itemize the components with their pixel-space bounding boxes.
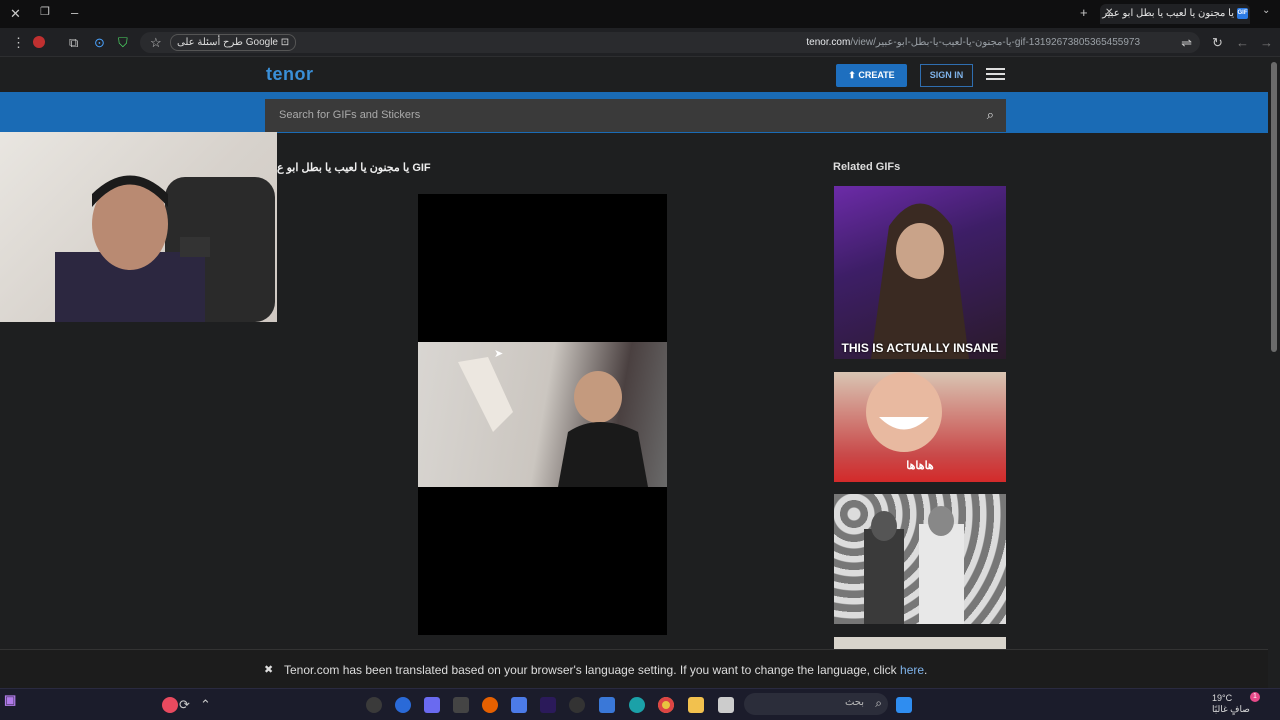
old-film-scene-image	[864, 506, 964, 624]
webcam-person-image	[55, 175, 275, 322]
search-icon: ⌕	[875, 696, 882, 710]
battlenet-icon[interactable]	[395, 697, 411, 713]
url-text: tenor.com/view/يا-مجنون-يا-لعيب-يا-بطل-ا…	[806, 37, 1140, 48]
new-tab-icon[interactable]: +	[1080, 6, 1088, 19]
create-button[interactable]: ⬆ CREATE	[836, 64, 907, 87]
related-gifs-heading: Related GIFs	[833, 161, 901, 173]
restore-window-icon[interactable]: ❐	[40, 7, 50, 18]
close-notice-icon[interactable]: ✖	[264, 663, 273, 676]
window-icon[interactable]	[718, 697, 734, 713]
browser-tab-bar: ✕ ❐ – + ✕ يا مجنون يا لعيب يا بطل ابو عب…	[0, 0, 1280, 28]
shield-icon[interactable]: ⛉	[118, 36, 128, 49]
site-settings-icon[interactable]: ⇌	[1181, 36, 1192, 49]
xbox-icon[interactable]	[453, 697, 469, 713]
related-gif-caption: THIS IS ACTUALLY INSANE	[841, 341, 999, 355]
forward-icon[interactable]: →	[1260, 36, 1273, 49]
gif-scene-image	[458, 357, 648, 487]
search-icon[interactable]: ⌕	[987, 107, 994, 123]
gif-title: يا مجنون يا لعيب يا بطل ابو ع GIF	[277, 162, 431, 174]
related-gif-caption: هاهاها	[906, 460, 934, 472]
windows-taskbar: ⟳ ⌃	[0, 688, 1280, 720]
start-icon[interactable]	[896, 697, 912, 713]
edge-icon[interactable]	[629, 697, 645, 713]
streamer-overlay-logo: ▣	[4, 692, 17, 707]
taskbar-search-input[interactable]: ⌕ بحث	[744, 693, 888, 715]
weather-temp: 19°C	[1212, 693, 1233, 703]
related-gif-thumbnail[interactable]	[834, 494, 1006, 624]
store-icon[interactable]	[599, 697, 615, 713]
weather-widget[interactable]: 19°C صافٍ غالبًا	[1212, 693, 1250, 715]
sign-in-button[interactable]: SIGN IN	[920, 64, 973, 87]
taskbar-search-placeholder: بحث	[844, 697, 864, 708]
webcam-overlay	[0, 132, 277, 322]
minimize-window-icon[interactable]: –	[71, 6, 78, 19]
media-encoder-icon[interactable]	[540, 697, 556, 713]
discord-icon[interactable]	[424, 697, 440, 713]
copilot-icon[interactable]	[511, 697, 527, 713]
firefox-icon[interactable]	[482, 697, 498, 713]
file-explorer-icon[interactable]	[688, 697, 704, 713]
bookmark-star-icon[interactable]: ☆	[150, 36, 162, 49]
overwatch-icon[interactable]	[366, 697, 382, 713]
reload-icon[interactable]: ↻	[1212, 36, 1223, 49]
google-ask-chip[interactable]: طرح أسئلة على Google ⊡	[170, 34, 297, 51]
related-gif-thumbnail[interactable]: THIS IS ACTUALLY INSANE	[834, 186, 1006, 359]
browser-menu-icon[interactable]: ⋮	[12, 36, 25, 49]
search-placeholder: Search for GIFs and Stickers	[279, 109, 421, 121]
tab-title: يا مجنون يا لعيب يا بطل ابو عبير	[1102, 8, 1234, 19]
related-gif-thumbnail[interactable]: هاهاها	[834, 372, 1006, 482]
search-input[interactable]: Search for GIFs and Stickers ⌕	[265, 99, 1006, 132]
close-window-icon[interactable]: ✕	[10, 7, 21, 20]
extensions-icon[interactable]: ⧉	[69, 36, 78, 49]
hamburger-menu-icon[interactable]	[986, 68, 1005, 81]
app-icon[interactable]	[162, 697, 178, 713]
notification-badge[interactable]: 1	[1250, 692, 1260, 702]
page-content: tenor ⬆ CREATE SIGN IN Search for GIFs a…	[0, 57, 1268, 688]
extension-icon[interactable]	[33, 36, 45, 48]
back-icon[interactable]: ←	[1236, 36, 1249, 49]
obs-icon[interactable]	[569, 697, 585, 713]
wifi-extension-icon[interactable]: ⊙	[94, 36, 105, 49]
sync-icon[interactable]: ⟳	[179, 698, 190, 711]
mouse-cursor-icon: ➤	[494, 348, 504, 360]
gif-favicon-icon: GIF	[1237, 8, 1248, 19]
notice-text: Tenor.com has been translated based on y…	[284, 663, 928, 677]
scrollbar-thumb[interactable]	[1271, 62, 1277, 352]
chrome-icon[interactable]	[658, 697, 674, 713]
tab-search-icon[interactable]: ⌄	[1262, 6, 1270, 16]
translation-notice: ✖ Tenor.com has been translated based on…	[0, 649, 1268, 688]
chevron-up-icon[interactable]: ⌃	[200, 698, 211, 711]
bearded-man-image	[871, 203, 969, 359]
browser-tab[interactable]: ✕ يا مجنون يا لعيب يا بطل ابو عبير GIF	[1100, 4, 1250, 24]
notice-link[interactable]: here	[900, 663, 924, 677]
address-bar[interactable]: ☆ tenor.com/view/يا-مجنون-يا-لعيب-يا-بطل…	[140, 32, 1200, 53]
tenor-top-nav: tenor ⬆ CREATE SIGN IN	[0, 57, 1268, 92]
weather-desc: صافٍ غالبًا	[1212, 704, 1250, 714]
gif-frame-image[interactable]	[418, 342, 667, 487]
tenor-logo[interactable]: tenor	[266, 64, 314, 85]
